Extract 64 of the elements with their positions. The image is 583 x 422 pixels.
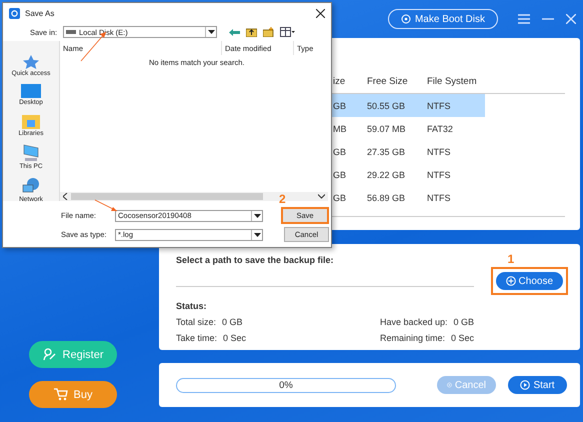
scroll-left-icon[interactable] <box>63 193 68 200</box>
network-icon <box>20 177 42 195</box>
user-icon <box>42 348 57 361</box>
stat-value: 0 Sec <box>223 333 246 343</box>
disk-row[interactable]: GB 29.22 GB NTFS <box>332 163 485 186</box>
table-cell-text: NTFS <box>426 170 452 180</box>
step-number: 1 <box>508 252 514 266</box>
status-heading: Status: <box>176 301 208 311</box>
table-cell-text: 29.22 GB <box>366 170 406 180</box>
back-arrow-icon[interactable] <box>229 28 240 36</box>
play-icon <box>520 380 530 390</box>
column-header: File System <box>426 76 478 87</box>
start-button[interactable]: Start <box>508 376 567 394</box>
column-header: ize <box>332 76 346 87</box>
make-boot-disk-button[interactable]: Make Boot Disk <box>388 9 498 29</box>
cart-icon <box>54 388 68 401</box>
column-header: Free Size <box>366 76 409 87</box>
stat-label: Remaining time: <box>380 333 446 343</box>
table-cell-text: 27.35 GB <box>366 146 406 156</box>
caret-icon <box>254 214 260 218</box>
caret-icon <box>254 232 260 236</box>
stat-label: Have backed up: <box>380 317 448 327</box>
drive-icon <box>66 29 76 35</box>
arrow-drawing <box>94 200 118 212</box>
horizontal-scrollbar[interactable] <box>60 192 328 201</box>
close-icon[interactable] <box>316 8 325 18</box>
table-cell-text: NTFS <box>426 192 452 202</box>
table-cell-text: MB <box>332 124 348 134</box>
table-cell-text: NTFS <box>426 100 452 110</box>
table-cell-text: FAT32 <box>426 124 454 134</box>
cancel-icon <box>447 380 452 390</box>
stat-label: Take time: <box>176 333 218 343</box>
stat-value: 0 GB <box>222 317 243 327</box>
scroll-down-icon[interactable] <box>318 194 325 199</box>
disc-icon <box>400 14 411 24</box>
table-cell-text: GB <box>332 170 348 180</box>
stat-label: Total size: <box>176 317 216 327</box>
disk-row[interactable]: MB 59.07 MB FAT32 <box>332 117 485 140</box>
stat-value: 0 Sec <box>451 333 474 343</box>
desktop-icon <box>20 84 42 98</box>
table-cell-text: GB <box>332 146 348 156</box>
disk-row[interactable]: GB 56.89 GB NTFS <box>332 186 485 209</box>
new-folder-icon[interactable] <box>263 27 274 37</box>
plus-icon <box>506 276 516 286</box>
table-cell-text: GB <box>332 100 348 110</box>
table-cell-text: GB <box>332 192 348 202</box>
table-cell-text: 56.89 GB <box>366 192 406 202</box>
stat-value: 0 GB <box>454 317 474 327</box>
folder-icon <box>20 113 42 129</box>
choose-button[interactable]: Choose <box>496 272 563 290</box>
disk-row[interactable]: GB 27.35 GB NTFS <box>332 140 485 163</box>
table-cell-text: NTFS <box>426 146 452 156</box>
window-title: Save As <box>25 8 56 18</box>
view-menu-icon[interactable] <box>280 27 295 37</box>
table-cell-text: 59.07 MB <box>366 124 407 134</box>
up-folder-icon[interactable] <box>246 27 257 37</box>
menu-icon[interactable] <box>518 14 530 24</box>
backup-path-prompt: Select a path to save the backup file: <box>176 255 335 265</box>
progress-reading: 0% <box>279 380 293 390</box>
caret-icon <box>208 30 214 34</box>
disk-row[interactable]: GB 50.55 GB NTFS <box>332 94 485 117</box>
table-cell-text: 50.55 GB <box>366 100 406 110</box>
step-number: 2 <box>279 192 286 206</box>
app-icon <box>9 8 20 18</box>
